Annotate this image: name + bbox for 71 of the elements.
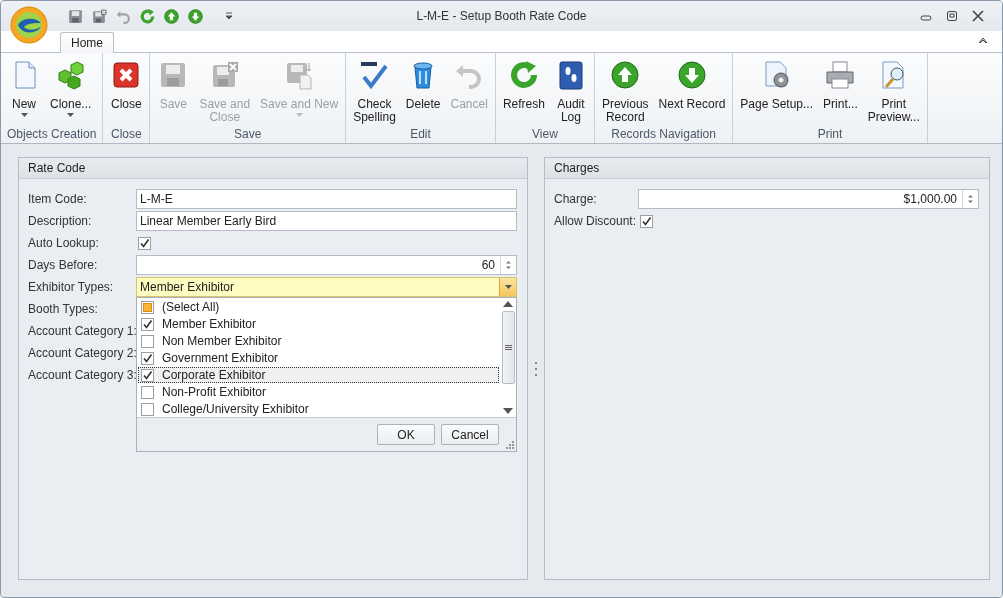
scroll-down-icon[interactable] (503, 408, 513, 414)
field-label: Account Category 3: (28, 367, 136, 384)
dropdown-arrow-icon (295, 113, 303, 117)
checklist-item[interactable]: Non-Profit Exhibitor (138, 384, 499, 400)
dropdown-arrow-icon (20, 113, 28, 117)
checklist-item[interactable]: Member Exhibitor (138, 316, 499, 332)
number-field[interactable]: 60 (136, 255, 517, 275)
window-title: L-M-E - Setup Booth Rate Code (416, 9, 587, 23)
checkbox[interactable] (141, 368, 154, 382)
field-label: Days Before: (28, 257, 99, 274)
printer-icon (824, 59, 857, 91)
field-label: Account Category 2: (28, 345, 136, 362)
field-label: Description: (28, 213, 93, 230)
checkbox[interactable] (141, 385, 154, 399)
checklist-item[interactable]: (Select All) (138, 299, 499, 315)
ribbon-button[interactable]: Next Record (653, 57, 731, 127)
ribbon-button[interactable]: Close (105, 57, 148, 127)
save-icon[interactable] (67, 7, 84, 25)
field-label: Item Code: (28, 191, 88, 208)
checkbox[interactable] (141, 317, 154, 331)
field-label: Auto Lookup: (28, 235, 100, 252)
field-label: Account Category 1: (28, 323, 136, 340)
splitter-grip-icon[interactable] (534, 361, 538, 376)
number-field[interactable]: $1,000.00 (638, 189, 979, 209)
group-label: View (531, 127, 559, 143)
text-field[interactable]: L-M-E (136, 189, 517, 209)
ribbon-button[interactable]: Print... (818, 57, 863, 127)
checkbox[interactable] (640, 214, 653, 228)
ribbon-button[interactable]: Refresh (497, 57, 550, 127)
save-close-icon[interactable] (91, 7, 108, 25)
collapse-ribbon-icon[interactable] (978, 36, 988, 44)
checklist-item[interactable]: Government Exhibitor (138, 350, 499, 366)
ribbon-button[interactable]: Print Preview... (862, 57, 925, 127)
field-label: Allow Discount: (554, 213, 638, 230)
ribbon-button[interactable]: Previous Record (596, 57, 654, 127)
ribbon-button[interactable]: Page Setup... (735, 57, 819, 127)
text-field[interactable]: Linear Member Early Bird (136, 211, 517, 231)
refresh-icon[interactable] (139, 7, 156, 25)
group-label: Close (110, 127, 143, 143)
ribbon-button[interactable]: Delete (400, 57, 446, 127)
scroll-up-icon[interactable] (503, 301, 513, 307)
group-label: Save (233, 127, 263, 143)
customize-toolbar-icon[interactable] (225, 12, 233, 20)
ribbon-button[interactable]: New (3, 57, 45, 127)
group-label: Edit (409, 127, 432, 143)
resize-grip-icon[interactable] (505, 440, 514, 449)
dialog-button[interactable]: OK (377, 424, 435, 445)
ribbon-button[interactable]: Check Spelling (348, 57, 401, 127)
group-label: Print (816, 127, 844, 143)
checkbox[interactable] (141, 351, 154, 365)
ribbon-button[interactable]: Clone... (45, 57, 97, 127)
group-label: Objects Creation (6, 127, 98, 143)
panel-title: Rate Code (19, 158, 527, 179)
panel-title: Charges (545, 158, 989, 179)
ribbon-button[interactable]: Audit Log (549, 57, 592, 127)
scrollbar-thumb[interactable] (501, 311, 515, 384)
ribbon-tab[interactable]: Home (60, 32, 114, 53)
field-label: Charge: (554, 191, 598, 208)
maximize-icon[interactable] (946, 10, 958, 22)
checkbox[interactable] (141, 334, 154, 348)
field-label: Exhibitor Types: (28, 279, 115, 296)
checkbox[interactable] (141, 402, 154, 416)
checklist-item[interactable]: Corporate Exhibitor (138, 367, 499, 383)
group-label: Records Navigation (610, 127, 717, 143)
dialog-button[interactable]: Cancel (441, 424, 499, 445)
close-icon[interactable] (972, 10, 984, 22)
field-label: Booth Types: (28, 301, 99, 318)
checklist-item[interactable]: Non Member Exhibitor (138, 333, 499, 349)
checklist-item[interactable]: College/University Exhibitor (138, 401, 499, 417)
checkbox[interactable] (138, 236, 151, 250)
dropdown-arrow-icon (67, 113, 75, 117)
